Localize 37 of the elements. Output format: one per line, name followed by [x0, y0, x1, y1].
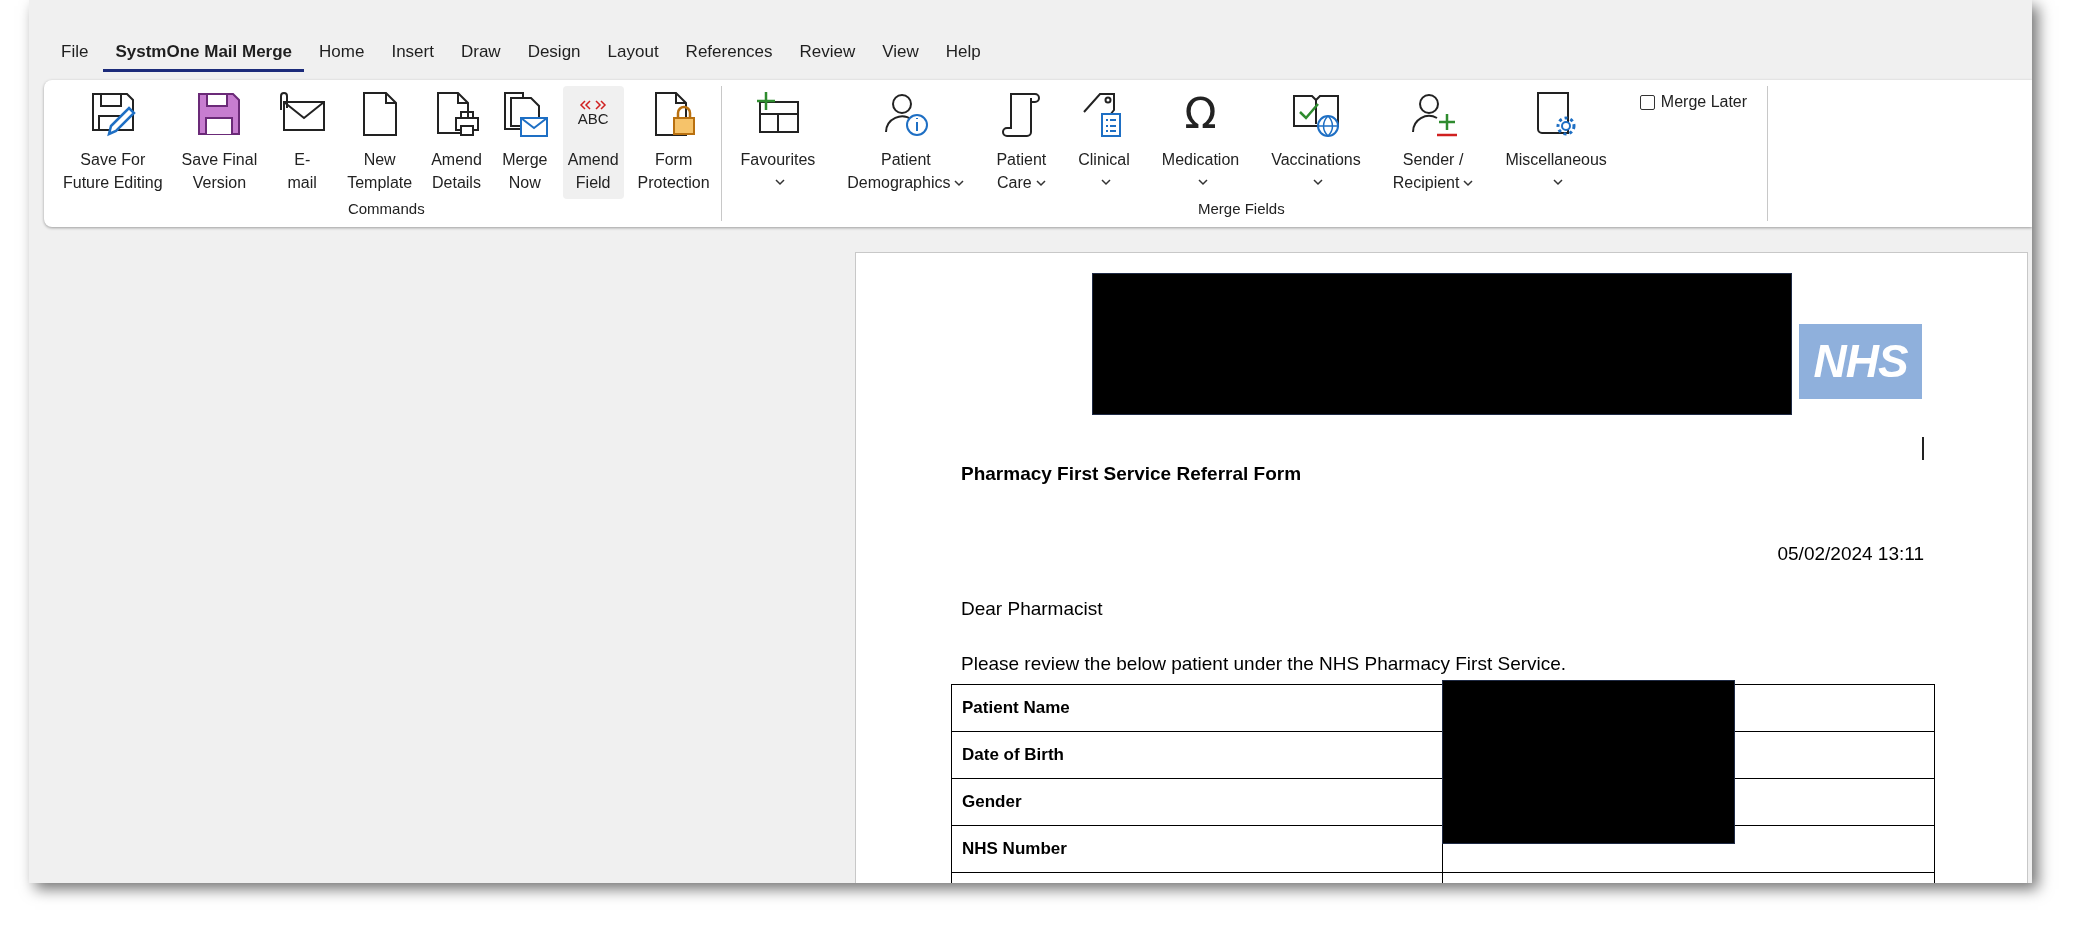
ribbon-tab[interactable]: Layout — [595, 38, 671, 72]
ribbon-button[interactable]: Form Protection — [632, 86, 715, 199]
intro-text: Please review the below patient under the NHS Pharmacy First Service. — [961, 651, 1567, 676]
ribbon-tab[interactable]: Design — [515, 38, 593, 72]
ribbon-tab[interactable]: Insert — [379, 38, 446, 72]
ribbon-tab[interactable]: Home — [307, 38, 377, 72]
ribbon-tab[interactable]: References — [673, 38, 785, 72]
document-title: Pharmacy First Service Referral Form — [961, 462, 1302, 486]
ribbon-button[interactable]: E- mail — [271, 86, 334, 199]
greeting-text: Dear Pharmacist — [961, 597, 1103, 621]
ribbon-tab[interactable]: SystmOne Mail Merge — [103, 38, 305, 72]
omega-icon: Ω — [1184, 91, 1217, 137]
ribbon-button[interactable]: Vaccinations — [1266, 86, 1366, 199]
ribbon-tab[interactable]: Review — [787, 38, 868, 72]
ribbon-button[interactable]: Patient Care — [991, 86, 1052, 199]
ribbon-button[interactable]: ABC Amend Field — [562, 86, 624, 199]
ribbon-button[interactable]: Ω Medication — [1156, 86, 1245, 199]
group-label: Merge Fields — [1197, 199, 1286, 219]
ribbon-button[interactable]: Amend Details — [426, 86, 487, 199]
ribbon-button[interactable]: New Template — [342, 86, 418, 199]
merge-later-checkbox[interactable]: Merge Later — [1639, 90, 1748, 114]
ribbon-button[interactable]: Miscellaneous — [1500, 86, 1612, 199]
ribbon-button[interactable]: Clinical — [1073, 86, 1135, 199]
ribbon-button[interactable]: Merge Now — [495, 86, 554, 199]
nhs-logo: NHS — [1799, 324, 1922, 399]
ribbon-tab[interactable]: File — [49, 38, 101, 72]
ribbon-tab[interactable]: View — [870, 38, 931, 72]
icon-label: ABC — [577, 110, 609, 128]
ribbon-button[interactable]: Save Final Version — [176, 86, 263, 199]
ribbon-button[interactable]: Favourites — [735, 86, 821, 199]
ribbon-tab[interactable]: Help — [933, 38, 993, 72]
ribbon-button[interactable]: Patient Demographics — [842, 86, 970, 199]
date-time: 05/02/2024 13:11 — [1777, 541, 1924, 566]
ribbon-button[interactable]: Save For Future Editing — [58, 86, 168, 199]
group-label: Commands — [346, 199, 426, 219]
ribbon-button[interactable]: Sender / Recipient — [1387, 86, 1479, 199]
ribbon-tab[interactable]: Draw — [448, 38, 513, 72]
